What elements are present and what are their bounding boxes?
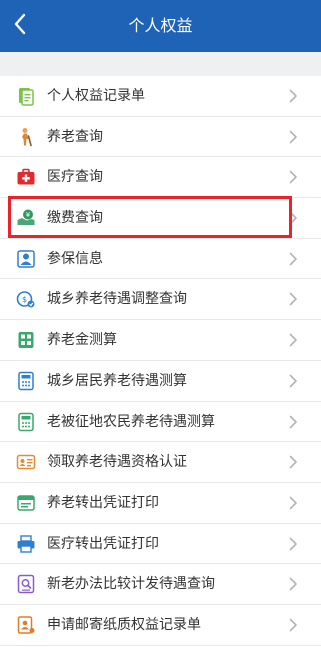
menu-item-label: 医疗转出凭证打印 (47, 535, 159, 552)
menu-item-insurance-info[interactable]: 参保信息 (0, 239, 321, 280)
svg-text:$: $ (22, 295, 27, 304)
menu-item-label: 医疗查询 (47, 169, 103, 186)
menu-item-label: 申请邮寄纸质权益记录单 (47, 616, 201, 633)
land-calculator-icon (16, 412, 36, 432)
menu-item-label: 老被征地农民养老待遇测算 (47, 413, 215, 430)
elderly-person-icon (16, 127, 36, 147)
menu-item-label: 养老金测算 (47, 332, 117, 349)
menu-item-label: 新老办法比较计发待遇查询 (47, 576, 215, 593)
menu-item-label: 个人权益记录单 (47, 88, 145, 104)
menu-item-label: 领取养老待遇资格认证 (47, 454, 187, 471)
menu-item-pension-calculation[interactable]: 养老金测算 (0, 320, 321, 361)
menu-item-mail-paper-record[interactable]: 申请邮寄纸质权益记录单 (0, 605, 321, 646)
menu-item-pension-query[interactable]: 养老查询 (0, 117, 321, 158)
menu-item-medical-query[interactable]: 医疗查询 (0, 157, 321, 199)
chevron-right-icon (285, 291, 301, 307)
payment-icon: ¥ (16, 208, 36, 228)
chevron-right-icon (285, 169, 301, 185)
id-card-icon (16, 452, 36, 472)
menu-item-label: 城乡养老待遇调整查询 (47, 291, 187, 308)
chevron-right-icon (285, 373, 301, 389)
pension-adjust-icon: $ (16, 289, 36, 309)
chevron-right-icon (285, 536, 301, 552)
menu-item-label: 养老转出凭证打印 (47, 494, 159, 511)
section-gap (0, 52, 321, 76)
mail-document-icon (16, 615, 36, 635)
record-document-icon (16, 86, 36, 106)
printer-icon (16, 534, 36, 554)
chevron-right-icon (285, 251, 301, 267)
menu-item-resident-pension-calculation[interactable]: 城乡居民养老待遇测算 (0, 361, 321, 402)
chevron-right-icon (285, 576, 301, 592)
menu-item-medical-transfer-print[interactable]: 医疗转出凭证打印 (0, 524, 321, 565)
chevron-right-icon (285, 88, 301, 104)
menu-item-rights-record[interactable]: 个人权益记录单 (0, 76, 321, 117)
menu-list: 个人权益记录单 养老查询 医疗查询 ¥ 缴费查询 参保信息 $ 城乡养老待遇调整… (0, 76, 321, 647)
menu-item-old-new-method-comparison[interactable]: 新老办法比较计发待遇查询 (0, 564, 321, 605)
compare-search-icon (16, 574, 36, 594)
pension-transfer-print-icon (16, 493, 36, 513)
menu-item-pension-eligibility[interactable]: 领取养老待遇资格认证 (0, 442, 321, 483)
chevron-right-icon (285, 414, 301, 430)
menu-item-label: 参保信息 (47, 250, 103, 267)
insurance-info-icon (16, 249, 36, 269)
chevron-right-icon (285, 332, 301, 348)
menu-item-label: 养老查询 (47, 128, 103, 145)
resident-calculator-icon (16, 371, 36, 391)
chevron-right-icon (285, 617, 301, 633)
menu-item-payment-query[interactable]: ¥ 缴费查询 (0, 198, 321, 239)
menu-item-pension-adjustment[interactable]: $ 城乡养老待遇调整查询 (0, 279, 321, 321)
chevron-right-icon (285, 210, 301, 226)
chevron-right-icon (285, 129, 301, 145)
chevron-right-icon (285, 495, 301, 511)
calculator-icon (16, 330, 36, 350)
medical-kit-icon (16, 167, 36, 187)
svg-text:¥: ¥ (26, 211, 31, 219)
page-title: 个人权益 (128, 16, 193, 35)
menu-item-label: 缴费查询 (47, 210, 103, 227)
menu-item-label: 城乡居民养老待遇测算 (47, 372, 187, 389)
menu-item-pension-transfer-print[interactable]: 养老转出凭证打印 (0, 483, 321, 524)
chevron-right-icon (285, 454, 301, 470)
menu-item-landless-farmer-calculation[interactable]: 老被征地农民养老待遇测算 (0, 402, 321, 443)
app-header: 个人权益 (0, 0, 321, 52)
